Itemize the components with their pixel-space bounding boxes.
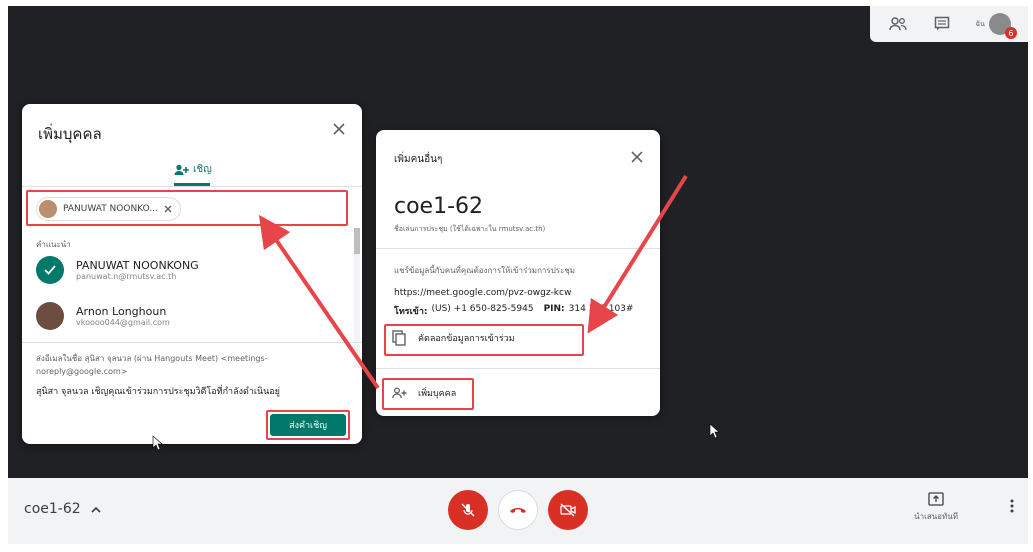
arrow-to-copy (587, 174, 688, 334)
chevron-up-icon (91, 506, 101, 513)
bottom-bar: coe1-62 นำเสนอทันที (8, 478, 1028, 544)
present-icon (928, 492, 944, 506)
hang-up-icon (510, 508, 526, 513)
more-options-icon[interactable] (1010, 498, 1014, 517)
mouse-cursor (709, 423, 720, 439)
meeting-details-toggle[interactable]: coe1-62 (24, 501, 101, 517)
camera-off-icon (560, 503, 576, 517)
meeting-code: coe1-62 (24, 501, 81, 517)
mouse-cursor (152, 435, 163, 451)
arrow-to-recipients (258, 214, 380, 390)
present-label: นำเสนอทันที (914, 512, 958, 521)
mic-off-icon (461, 503, 475, 517)
annotation-arrows (152, 174, 720, 451)
mic-toggle-button[interactable] (448, 490, 488, 530)
camera-toggle-button[interactable] (548, 490, 588, 530)
end-call-button[interactable] (498, 490, 538, 530)
present-now-button[interactable]: นำเสนอทันที (914, 492, 958, 523)
